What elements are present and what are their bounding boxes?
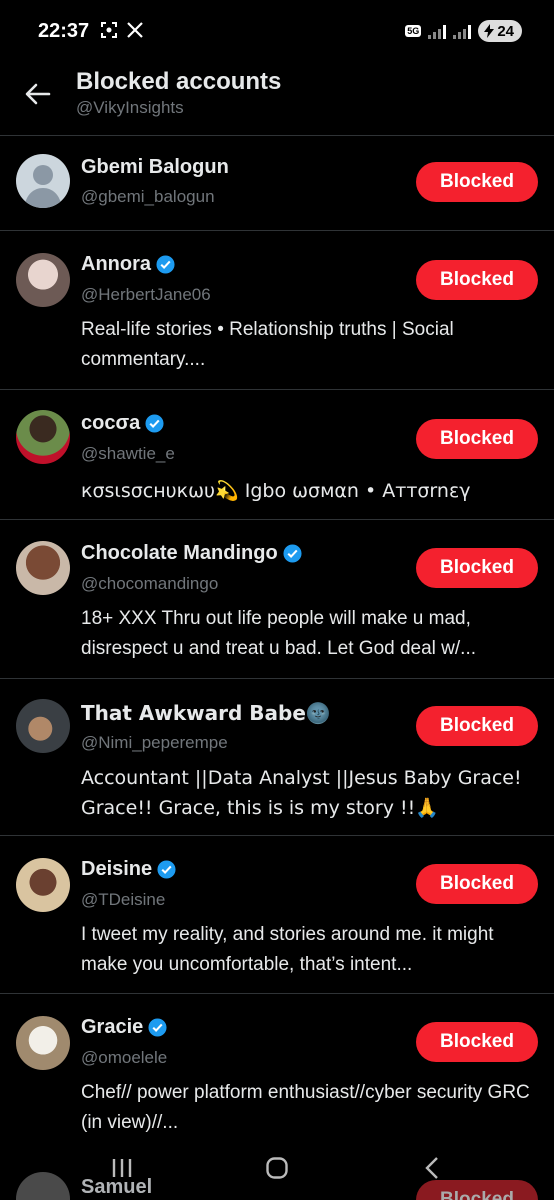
network-badge: 5G (405, 25, 422, 37)
account-bio: Chef// power platform enthusiast//cyber … (81, 1082, 530, 1133)
page-title: Blocked accounts (76, 68, 282, 95)
signal-icon (428, 23, 447, 39)
name-line: Chocolate Mandingo (81, 542, 302, 565)
status-bar: 22:37 5G 24 (0, 0, 554, 62)
verified-badge-icon (148, 1018, 167, 1037)
avatar[interactable] (16, 858, 70, 912)
back-icon[interactable] (412, 1153, 452, 1183)
account-bio: I tweet my reality, and stories around m… (81, 924, 494, 975)
account-handle: @HerbertJane06 (81, 285, 211, 304)
name-line: Gracie (81, 1016, 167, 1039)
avatar[interactable] (16, 699, 70, 753)
name-line: That Awkward Babe🌚 (81, 701, 331, 725)
list-item[interactable]: Gracie @omoelele Chef// power platform e… (0, 994, 554, 1150)
list-item[interactable]: Gbemi Balogun @gbemi_balogun Blocked (0, 136, 554, 230)
back-arrow-icon[interactable] (22, 78, 54, 110)
account-name[interactable]: Gbemi Balogun (81, 156, 229, 179)
account-handle: @Nimi_peperempe (81, 733, 228, 752)
list-item[interactable]: Deisine @TDeisine I tweet my reality, an… (0, 836, 554, 993)
avatar[interactable] (16, 1016, 70, 1070)
home-icon[interactable] (257, 1153, 297, 1183)
account-handle: @chocomandingo (81, 574, 219, 593)
signal-icon-2 (453, 23, 472, 39)
screen: 22:37 5G 24 Blocked accounts @VikyInsigh… (0, 0, 554, 1200)
battery-level: 24 (497, 22, 514, 40)
status-time: 22:37 (38, 20, 90, 42)
name-line: Gbemi Balogun (81, 156, 229, 179)
name-line: cocσa (81, 412, 164, 435)
name-line: Annora (81, 253, 175, 276)
name-line: Deisine (81, 858, 176, 881)
list-item[interactable]: That Awkward Babe🌚 @Nimi_peperempe Accou… (0, 679, 554, 835)
list-item[interactable]: cocσa @shawtie_e кσѕιѕσϲнυкωυ💫 Igbo ωσмα… (0, 390, 554, 519)
account-bio: 18+ XXX Thru out life people will make u… (81, 608, 477, 659)
list-item[interactable]: Chocolate Mandingo @chocomandingo 18+ XX… (0, 520, 554, 678)
blocked-button[interactable]: Blocked (416, 864, 538, 904)
account-name[interactable]: cocσa (81, 412, 140, 435)
verified-badge-icon (157, 860, 176, 879)
blocked-button[interactable]: Blocked (416, 260, 538, 300)
blocked-button[interactable]: Blocked (416, 419, 538, 459)
system-navbar (0, 1145, 554, 1200)
blocked-button[interactable]: Blocked (416, 1022, 538, 1062)
account-bio: Real-life stories • Relationship truths … (81, 319, 454, 370)
verified-badge-icon (145, 414, 164, 433)
account-name[interactable]: Chocolate Mandingo (81, 542, 278, 565)
account-handle: @shawtie_e (81, 444, 175, 463)
account-bio: кσѕιѕσϲнυкωυ💫 Igbo ωσмαn • Aттσrnεγ (81, 480, 471, 502)
charging-bolt-icon (484, 24, 495, 38)
avatar[interactable] (16, 253, 70, 307)
avatar[interactable] (16, 154, 70, 208)
verified-badge-icon (283, 544, 302, 563)
verified-badge-icon (156, 255, 175, 274)
avatar[interactable] (16, 410, 70, 464)
account-bio: Accountant ||Data Analyst ||Jesus Baby G… (81, 767, 522, 819)
status-left-icons (100, 21, 144, 39)
account-name[interactable]: That Awkward Babe🌚 (81, 701, 331, 725)
battery-indicator: 24 (478, 20, 522, 42)
status-right-icons: 5G 24 (405, 20, 522, 42)
avatar[interactable] (16, 541, 70, 595)
account-name[interactable]: Gracie (81, 1016, 143, 1039)
account-handle: @gbemi_balogun (81, 187, 215, 206)
blocked-button[interactable]: Blocked (416, 162, 538, 202)
x-logo-icon (126, 21, 144, 39)
account-name[interactable]: Deisine (81, 858, 152, 881)
account-handle: @TDeisine (81, 890, 166, 909)
list-item[interactable]: Annora @HerbertJane06 Real-life stories … (0, 231, 554, 389)
blocked-button[interactable]: Blocked (416, 706, 538, 746)
account-name[interactable]: Annora (81, 253, 151, 276)
screenshot-icon (100, 21, 118, 39)
page-subtitle: @VikyInsights (76, 98, 184, 117)
recent-apps-icon[interactable] (102, 1153, 142, 1183)
header: Blocked accounts @VikyInsights (0, 62, 554, 135)
account-handle: @omoelele (81, 1048, 168, 1067)
blocked-button[interactable]: Blocked (416, 548, 538, 588)
